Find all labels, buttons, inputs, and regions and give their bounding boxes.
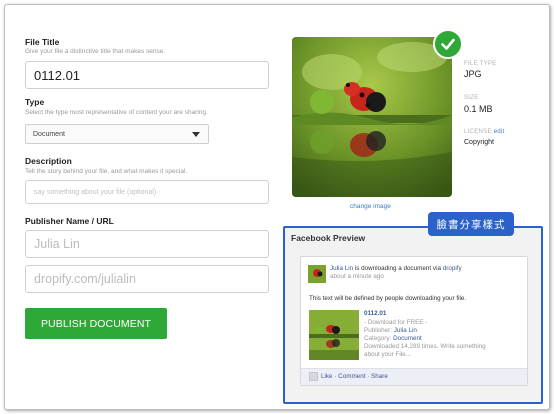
license-value: Copyright: [464, 139, 494, 146]
post-downloads-line1: Downloaded 14,289 times. Write something: [364, 343, 486, 350]
file-title-hint: Give your file a distinctive title that …: [25, 48, 166, 55]
annotation-tag: 臉書分享樣式: [428, 212, 514, 236]
file-title-label: File Title: [25, 37, 60, 47]
check-badge: [433, 29, 463, 59]
file-title-value: 0112.01: [34, 67, 81, 83]
license-edit-link[interactable]: edit: [494, 129, 505, 135]
check-icon: [441, 38, 455, 50]
change-image-link[interactable]: change image: [350, 203, 391, 210]
description-input[interactable]: say something about your file (optional): [25, 180, 269, 204]
post-user-link[interactable]: Julia Lin: [330, 265, 353, 272]
post-publisher-row: Publisher: Julia Lin: [364, 327, 417, 335]
post-time: about a minute ago: [330, 273, 384, 280]
post-link-title[interactable]: 0112.01: [364, 310, 386, 318]
license-label: LICENSE: [464, 129, 492, 135]
post-message: This text will be defined by people down…: [309, 295, 467, 302]
description-placeholder: say something about your file (optional): [34, 188, 157, 196]
ladybug-photo: [292, 37, 452, 197]
like-icon: [309, 372, 318, 381]
type-label: Type: [25, 97, 45, 107]
publisher-url-input[interactable]: dropify.com/julialin: [25, 265, 269, 293]
file-image-preview: [292, 37, 452, 197]
publisher-name-placeholder: Julia Lin: [34, 237, 80, 251]
post-publisher-label: Publisher:: [364, 327, 393, 334]
publisher-label: Publisher Name / URL: [25, 216, 114, 226]
description-label: Description: [25, 156, 72, 166]
description-hint: Tell the story behind your file, and wha…: [25, 168, 188, 175]
post-app-link[interactable]: dropify: [443, 265, 462, 272]
post-category-row: Category: Document: [364, 335, 422, 343]
thumbnail-photo: [309, 310, 359, 360]
avatar: [308, 265, 326, 283]
post-thumbnail: [309, 310, 359, 360]
type-select[interactable]: Document: [25, 124, 209, 144]
publish-document-button[interactable]: PUBLISH DOCUMENT: [25, 308, 167, 339]
file-type-label: FILE TYPE: [464, 61, 497, 67]
publisher-name-input[interactable]: Julia Lin: [25, 230, 269, 258]
dropdown-caret-icon: [192, 132, 200, 137]
post-downloads-line2: about your File...: [364, 351, 411, 358]
facebook-preview-title: Facebook Preview: [291, 233, 366, 243]
type-selected-value: Document: [33, 130, 65, 138]
size-label: SIZE: [464, 95, 479, 101]
post-category-value[interactable]: Document: [393, 335, 422, 342]
size-value: 0.1 MB: [464, 104, 493, 114]
avatar-image: [308, 265, 326, 283]
post-actions[interactable]: Like · Comment · Share: [321, 373, 388, 381]
post-header: Julia Lin is downloading a document via …: [330, 265, 462, 273]
license-row: LICENSE edit: [464, 129, 505, 135]
post-publisher-value[interactable]: Julia Lin: [394, 327, 417, 334]
type-hint: Select the type most representative of c…: [25, 109, 208, 116]
post-action-text: is downloading a document via: [354, 265, 441, 272]
file-title-input[interactable]: 0112.01: [25, 61, 269, 89]
post-category-label: Category:: [364, 335, 392, 342]
file-type-value: JPG: [464, 69, 482, 79]
post-link-subtitle: - Download for FREE -: [364, 319, 428, 326]
publisher-url-placeholder: dropify.com/julialin: [34, 272, 136, 286]
